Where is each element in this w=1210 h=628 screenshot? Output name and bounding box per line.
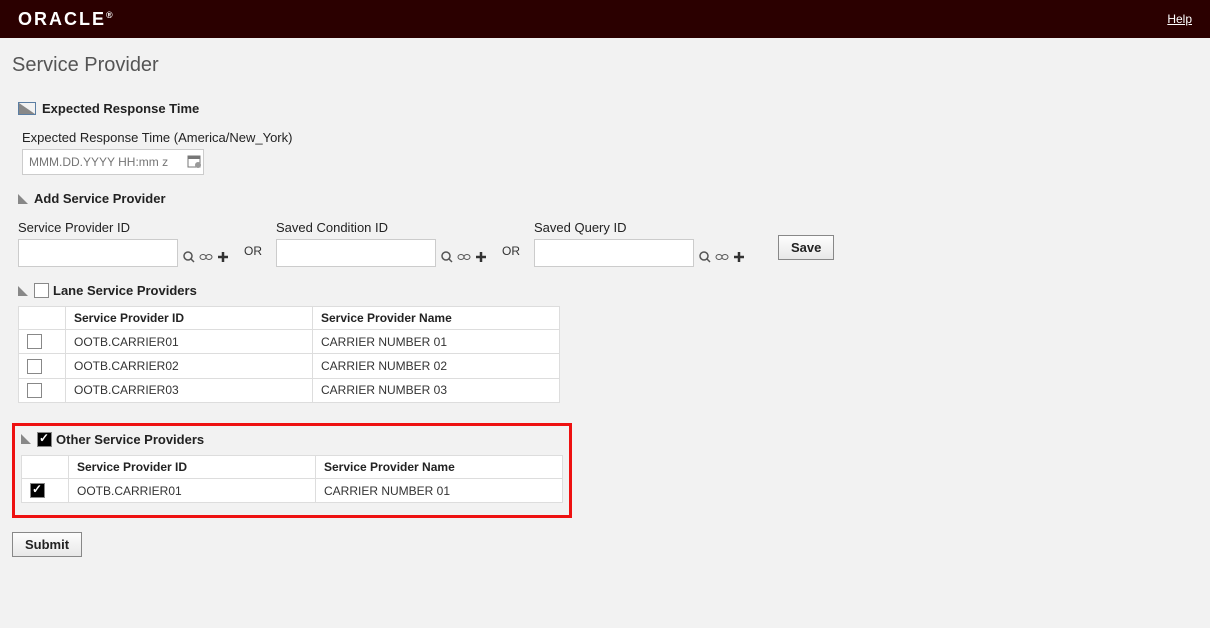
saved-condition-id-input[interactable]	[276, 239, 436, 267]
or-text-1: OR	[244, 244, 262, 258]
search-icon[interactable]	[182, 250, 196, 264]
table-row: OOTB.CARRIER02 CARRIER NUMBER 02	[19, 354, 560, 378]
col-sp-name: Service Provider Name	[316, 455, 563, 478]
oracle-logo: ORACLE®	[18, 9, 115, 30]
section-expected-response: Expected Response Time Expected Response…	[18, 101, 1198, 175]
plus-icon[interactable]	[474, 250, 488, 264]
search-icon[interactable]	[698, 250, 712, 264]
section-add-service-provider: Add Service Provider Service Provider ID…	[18, 191, 1198, 267]
section-lane-service-providers: Lane Service Providers Service Provider …	[18, 283, 1198, 403]
search-icon[interactable]	[440, 250, 454, 264]
heading-add-sp: Add Service Provider	[34, 191, 166, 206]
cell-sp-name: CARRIER NUMBER 01	[316, 478, 563, 502]
link-icon[interactable]	[199, 250, 213, 264]
cell-sp-id: OOTB.CARRIER03	[66, 378, 313, 402]
collapse-toggle-lane-sp[interactable]	[18, 286, 28, 296]
label-saved-query-id: Saved Query ID	[534, 220, 746, 235]
link-icon[interactable]	[715, 250, 729, 264]
cell-sp-name: CARRIER NUMBER 03	[313, 378, 560, 402]
link-icon[interactable]	[457, 250, 471, 264]
collapse-toggle-add-sp[interactable]	[18, 194, 28, 204]
table-row: OOTB.CARRIER01 CARRIER NUMBER 01	[19, 330, 560, 354]
checkbox-lane-sp-all[interactable]	[34, 283, 49, 298]
row-checkbox[interactable]	[30, 483, 45, 498]
row-checkbox[interactable]	[27, 334, 42, 349]
page-body: Service Provider Expected Response Time …	[0, 38, 1210, 567]
cell-sp-name: CARRIER NUMBER 02	[313, 354, 560, 378]
cell-sp-name: CARRIER NUMBER 01	[313, 330, 560, 354]
row-checkbox[interactable]	[27, 383, 42, 398]
collapse-toggle-expected-response[interactable]	[18, 102, 36, 115]
or-text-2: OR	[502, 244, 520, 258]
section-other-service-providers-highlight: Other Service Providers Service Provider…	[12, 423, 572, 518]
heading-lane-sp: Lane Service Providers	[53, 283, 197, 298]
row-checkbox[interactable]	[27, 359, 42, 374]
other-sp-table: Service Provider ID Service Provider Nam…	[21, 455, 563, 503]
calendar-icon[interactable]	[185, 154, 203, 171]
col-sp-name: Service Provider Name	[313, 307, 560, 330]
label-sp-id: Service Provider ID	[18, 220, 230, 235]
heading-expected-response: Expected Response Time	[42, 101, 199, 116]
heading-other-sp: Other Service Providers	[56, 432, 204, 447]
label-expected-response-time: Expected Response Time (America/New_York…	[22, 130, 1198, 145]
save-button[interactable]: Save	[778, 235, 834, 260]
col-sp-id: Service Provider ID	[69, 455, 316, 478]
help-link[interactable]: Help	[1167, 12, 1192, 26]
submit-button[interactable]: Submit	[12, 532, 82, 557]
datetime-field	[22, 149, 204, 175]
label-saved-condition-id: Saved Condition ID	[276, 220, 488, 235]
col-sp-id: Service Provider ID	[66, 307, 313, 330]
cell-sp-id: OOTB.CARRIER01	[69, 478, 316, 502]
cell-sp-id: OOTB.CARRIER02	[66, 354, 313, 378]
expected-response-input[interactable]	[23, 151, 185, 173]
top-bar: ORACLE® Help	[0, 0, 1210, 38]
table-row: OOTB.CARRIER03 CARRIER NUMBER 03	[19, 378, 560, 402]
table-row: OOTB.CARRIER01 CARRIER NUMBER 01	[22, 478, 563, 502]
saved-query-id-input[interactable]	[534, 239, 694, 267]
plus-icon[interactable]	[732, 250, 746, 264]
collapse-toggle-other-sp[interactable]	[21, 434, 31, 444]
page-title: Service Provider	[12, 54, 1198, 77]
lane-sp-table: Service Provider ID Service Provider Nam…	[18, 306, 560, 403]
cell-sp-id: OOTB.CARRIER01	[66, 330, 313, 354]
checkbox-other-sp-all[interactable]	[37, 432, 52, 447]
plus-icon[interactable]	[216, 250, 230, 264]
service-provider-id-input[interactable]	[18, 239, 178, 267]
